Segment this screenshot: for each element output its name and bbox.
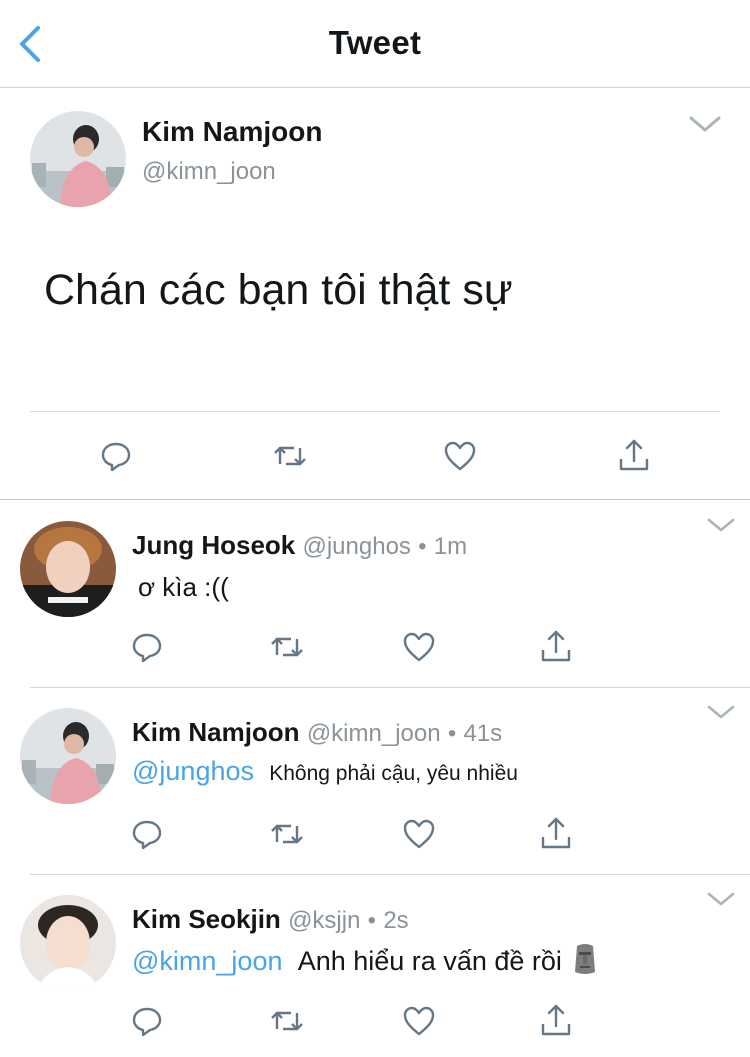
page-title: Tweet (328, 24, 422, 61)
author-name[interactable]: Kim Namjoon (132, 717, 300, 747)
divider (30, 411, 720, 412)
reply-icon (101, 442, 131, 472)
mention-link[interactable]: @junghos (132, 756, 254, 786)
tweet-options-button[interactable] (706, 890, 736, 913)
share-button[interactable] (537, 813, 575, 853)
tweet-text-body: Anh hiểu ra vấn đề rồi (297, 946, 562, 976)
tweet-options-button[interactable] (706, 516, 736, 539)
share-button[interactable] (537, 626, 575, 666)
meta-separator: • (367, 907, 377, 934)
author-handle[interactable]: @kimn_joon (307, 720, 441, 747)
timestamp: 2s (383, 907, 409, 934)
tweet-text: @kimn_joon Anh hiểu ra vấn đề rồi (132, 942, 599, 983)
avatar-image (20, 521, 116, 617)
share-button[interactable] (537, 1000, 575, 1040)
like-button[interactable] (440, 436, 480, 476)
avatar[interactable] (20, 708, 116, 804)
avatar[interactable] (20, 521, 116, 617)
meta-separator: • (418, 533, 427, 560)
retweet-button[interactable] (266, 1002, 308, 1040)
retweet-button[interactable] (266, 815, 308, 853)
share-icon (541, 630, 571, 662)
avatar-image (20, 895, 116, 991)
avatar[interactable] (20, 895, 116, 991)
retweet-button[interactable] (266, 628, 308, 666)
author-name[interactable]: Kim Seokjin (132, 904, 281, 934)
reply-icon (132, 633, 162, 663)
timestamp: 1m (433, 533, 468, 560)
share-icon (541, 1004, 571, 1036)
reply-header: Kim Seokjin @ksjjn • 2s (132, 904, 409, 935)
mention-link[interactable]: @kimn_joon (132, 946, 282, 976)
chevron-down-icon (689, 116, 721, 132)
retweet-button[interactable] (268, 436, 312, 476)
author-name[interactable]: Jung Hoseok (132, 530, 295, 560)
tweet-text: ơ kìa :(( (138, 572, 229, 602)
avatar[interactable] (30, 111, 126, 207)
reply-button[interactable] (128, 628, 166, 666)
like-button[interactable] (400, 628, 438, 666)
author-handle[interactable]: @kimn_joon (142, 158, 276, 186)
reply-icon (132, 1007, 162, 1037)
reply-button[interactable] (128, 815, 166, 853)
tweet-options-button[interactable] (688, 114, 722, 139)
share-icon (541, 817, 571, 849)
reply-header: Kim Namjoon @kimn_joon • 41s (132, 717, 502, 748)
avatar-image (20, 708, 116, 804)
reply-button[interactable] (96, 436, 136, 476)
chevron-down-icon (707, 892, 735, 906)
timestamp: 41s (463, 720, 503, 747)
avatar-image (30, 111, 126, 207)
meta-separator: • (447, 720, 457, 747)
author-handle[interactable]: @junghos (302, 533, 410, 560)
like-button[interactable] (400, 1002, 438, 1040)
tweet-text: @junghos Không phải cậu, yêu nhiều (132, 756, 518, 787)
reply-button[interactable] (128, 1002, 166, 1040)
tweet-options-button[interactable] (706, 703, 736, 726)
chevron-down-icon (707, 705, 735, 719)
like-icon (444, 441, 476, 471)
like-button[interactable] (400, 815, 438, 853)
retweet-icon (271, 1011, 303, 1031)
chevron-down-icon (707, 518, 735, 532)
top-bar: Tweet (0, 0, 750, 88)
moai-emoji-icon (571, 942, 599, 983)
author-handle[interactable]: @ksjjn (288, 907, 360, 934)
tweet-text: Chán các bạn tôi thật sự (44, 266, 513, 314)
like-icon (403, 632, 435, 662)
reply-icon (132, 820, 162, 850)
share-button[interactable] (614, 434, 654, 476)
reply-header: Jung Hoseok @junghos • 1m (132, 530, 467, 561)
retweet-icon (271, 637, 303, 657)
retweet-icon (274, 446, 306, 466)
like-icon (403, 1006, 435, 1036)
divider (0, 499, 750, 500)
like-icon (403, 819, 435, 849)
divider (30, 687, 750, 688)
tweet-text-body: Không phải cậu, yêu nhiều (269, 762, 518, 785)
share-icon (619, 439, 649, 471)
author-name[interactable]: Kim Namjoon (142, 116, 322, 148)
retweet-icon (271, 824, 303, 844)
divider (30, 874, 750, 875)
